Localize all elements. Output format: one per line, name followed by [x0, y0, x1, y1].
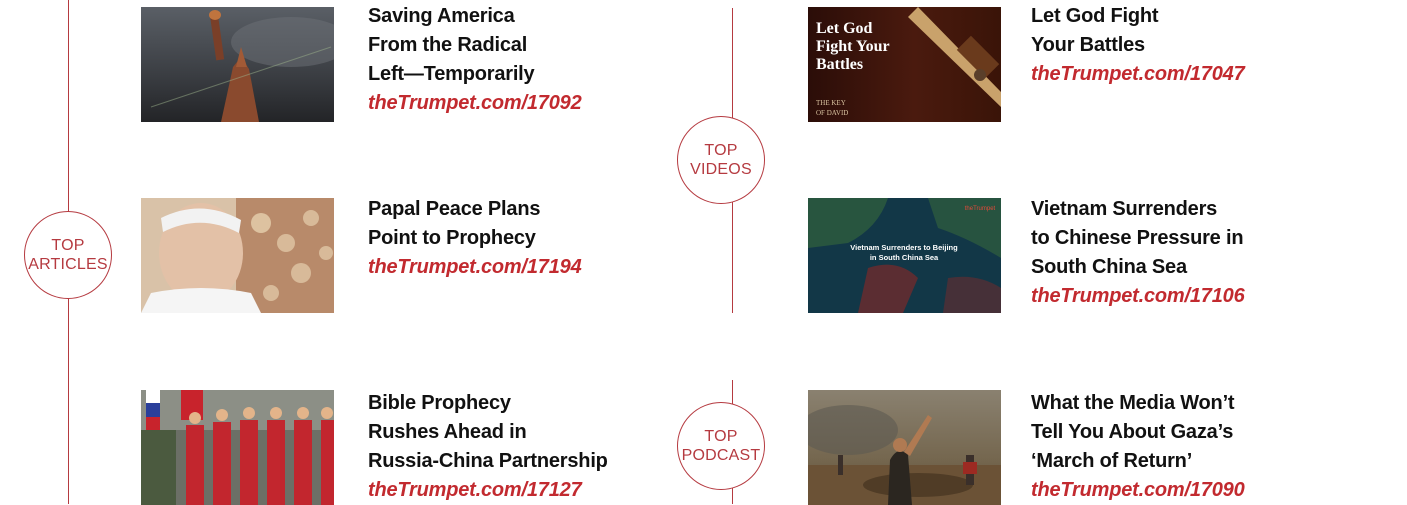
- top-videos-line1: TOP: [704, 142, 738, 159]
- article-1-text: Saving America From the Radical Left—Tem…: [368, 2, 582, 118]
- top-videos-line2: VIDEOS: [690, 161, 752, 178]
- article-3-title[interactable]: Bible Prophecy Rushes Ahead in Russia-Ch…: [368, 389, 608, 476]
- video-1-thumb-text-1: Let God: [816, 20, 873, 37]
- article-3-title-line-1: Bible Prophecy: [368, 392, 511, 414]
- video-2-text: Vietnam Surrenders to Chinese Pressure i…: [1031, 195, 1245, 311]
- article-1-title-line-3: Left—Temporarily: [368, 63, 535, 85]
- video-1-thumb-text-3: Battles: [816, 56, 863, 73]
- video-2-title[interactable]: Vietnam Surrenders to Chinese Pressure i…: [1031, 195, 1245, 282]
- top-podcast-line2: PODCAST: [681, 447, 761, 464]
- article-2-title-line-1: Papal Peace Plans: [368, 198, 541, 220]
- top-podcast-line1: TOP: [704, 428, 738, 445]
- podcast-1-title-line-1: What the Media Won’t: [1031, 392, 1235, 414]
- article-2-title-line-2: Point to Prophecy: [368, 227, 536, 249]
- video-1-title-line-2: Your Battles: [1031, 34, 1145, 56]
- top-articles-line1: TOP: [51, 237, 85, 254]
- podcast-1-title-line-2: Tell You About Gaza’s: [1031, 421, 1234, 443]
- top-articles-badge: TOP ARTICLES: [24, 211, 112, 299]
- video-1-thumb-text-2: Fight Your: [816, 38, 890, 55]
- video-1-title[interactable]: Let God Fight Your Battles: [1031, 2, 1245, 60]
- article-1-title[interactable]: Saving America From the Radical Left—Tem…: [368, 2, 582, 89]
- video-2-title-line-3: South China Sea: [1031, 256, 1187, 278]
- article-3-title-line-2: Rushes Ahead in: [368, 421, 527, 443]
- video-2-title-line-1: Vietnam Surrenders: [1031, 198, 1218, 220]
- video-1-thumb-logo-1: THE KEY: [816, 99, 846, 107]
- podcast-1-title-line-3: ‘March of Return’: [1031, 450, 1193, 472]
- article-1-image[interactable]: [141, 7, 334, 122]
- article-2-image[interactable]: [141, 198, 334, 313]
- video-1-title-line-1: Let God Fight: [1031, 5, 1159, 27]
- video-2-link[interactable]: theTrumpet.com/17106: [1031, 282, 1245, 311]
- article-3-text: Bible Prophecy Rushes Ahead in Russia-Ch…: [368, 389, 608, 505]
- top-articles-line2: ARTICLES: [28, 256, 108, 273]
- article-1-title-line-1: Saving America: [368, 5, 515, 27]
- video-2-thumb-brand: theTrumpet: [965, 206, 996, 212]
- podcast-1-text: What the Media Won’t Tell You About Gaza…: [1031, 389, 1245, 505]
- podcast-1-image[interactable]: [808, 390, 1001, 505]
- top-podcast-badge: TOP PODCAST: [677, 402, 765, 490]
- article-2-text: Papal Peace Plans Point to Prophecy theT…: [368, 195, 582, 282]
- top-videos-badge: TOP VIDEOS: [677, 116, 765, 204]
- article-3-link[interactable]: theTrumpet.com/17127: [368, 476, 608, 505]
- video-1-thumb-logo-2: OF DAVID: [816, 109, 848, 117]
- video-1-image[interactable]: Let God Fight Your Battles THE KEY OF DA…: [808, 7, 1001, 122]
- video-2-thumb-text-1: Vietnam Surrenders to Beijing: [850, 243, 958, 252]
- article-1-link[interactable]: theTrumpet.com/17092: [368, 89, 582, 118]
- podcast-1-link[interactable]: theTrumpet.com/17090: [1031, 476, 1245, 505]
- podcast-1-title[interactable]: What the Media Won’t Tell You About Gaza…: [1031, 389, 1245, 476]
- video-1-link[interactable]: theTrumpet.com/17047: [1031, 60, 1245, 89]
- article-2-title[interactable]: Papal Peace Plans Point to Prophecy: [368, 195, 582, 253]
- article-2-link[interactable]: theTrumpet.com/17194: [368, 253, 582, 282]
- article-3-title-line-3: Russia-China Partnership: [368, 450, 608, 472]
- video-2-image[interactable]: theTrumpet Vietnam Surrenders to Beijing…: [808, 198, 1001, 313]
- video-2-thumb-text-2: in South China Sea: [870, 253, 939, 262]
- video-2-title-line-2: to Chinese Pressure in: [1031, 227, 1244, 249]
- video-1-text: Let God Fight Your Battles theTrumpet.co…: [1031, 2, 1245, 89]
- article-1-title-line-2: From the Radical: [368, 34, 528, 56]
- article-3-image[interactable]: [141, 390, 334, 505]
